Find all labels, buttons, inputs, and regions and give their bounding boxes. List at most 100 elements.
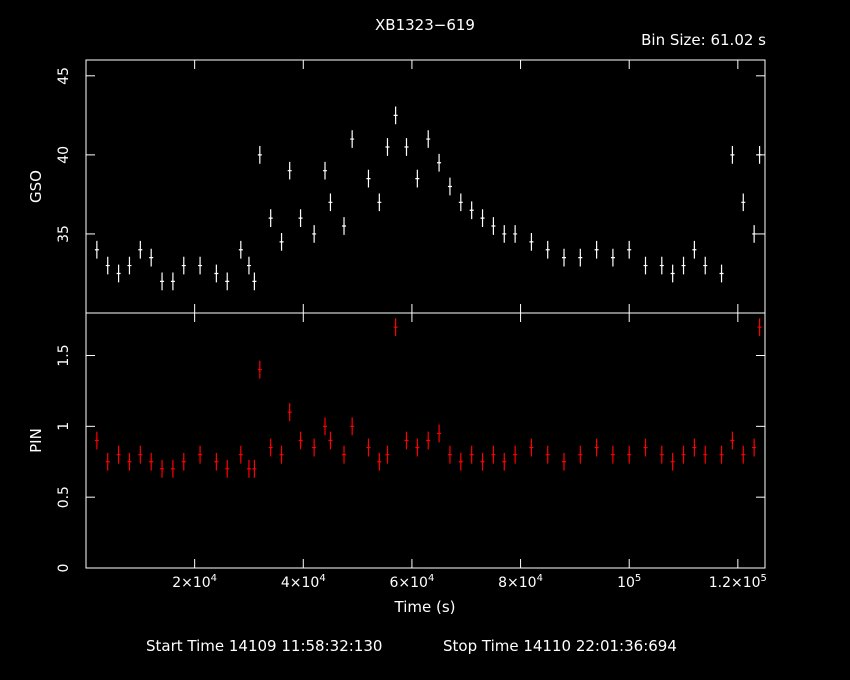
gso-data-point: [741, 193, 746, 212]
pin-data-point: [491, 445, 496, 464]
gso-data-point: [377, 193, 382, 212]
gso-data-point: [350, 130, 355, 148]
pin-data-point: [160, 459, 165, 478]
gso-panel: 35 40 45 GSO: [27, 59, 766, 314]
pin-data-point: [377, 452, 382, 471]
pin-data-point: [437, 424, 442, 443]
gso-y-tick-label: 45: [56, 67, 72, 85]
pin-data-point: [225, 459, 230, 478]
gso-data-point: [469, 201, 474, 220]
gso-data-point: [105, 256, 110, 275]
pin-data-point: [138, 445, 143, 464]
pin-data-point: [385, 445, 390, 464]
pin-y-axis-label: PIN: [27, 428, 45, 453]
pin-data-point: [366, 438, 371, 457]
x-tick-label: 6×104: [390, 573, 435, 591]
gso-data-point: [513, 225, 518, 243]
x-tick-label: 4×104: [281, 573, 326, 591]
pin-data-point: [181, 452, 186, 471]
pin-data-point: [268, 438, 273, 457]
gso-data-point: [643, 256, 648, 275]
gso-data-point: [692, 240, 697, 259]
gso-data-point: [328, 193, 333, 212]
gso-data-point: [578, 248, 583, 267]
gso-data-point: [160, 272, 165, 291]
x-axis-label: Time (s): [394, 598, 456, 616]
gso-data-point: [437, 153, 442, 172]
pin-data-point: [116, 445, 121, 464]
pin-data-point: [757, 318, 762, 337]
gso-data-point: [480, 209, 485, 227]
gso-data-point: [246, 256, 251, 275]
gso-data-point: [415, 169, 420, 188]
pin-data-point: [214, 452, 219, 471]
pin-data-point: [480, 452, 485, 471]
pin-data-point: [469, 445, 474, 464]
gso-data-point: [659, 256, 664, 275]
pin-data-point: [529, 438, 534, 457]
pin-data-point: [328, 431, 333, 450]
gso-y-tick-label: 35: [56, 225, 72, 243]
gso-data-point: [225, 272, 230, 291]
pin-data-point: [594, 438, 599, 457]
gso-data-point: [252, 272, 257, 291]
gso-data-point: [730, 146, 735, 164]
pin-y-tick-label: 0.5: [56, 486, 72, 508]
gso-data-point: [458, 193, 463, 212]
gso-data-point: [385, 138, 390, 156]
gso-data-point: [719, 264, 724, 283]
pin-data-point: [252, 459, 257, 478]
gso-data-point: [312, 225, 317, 243]
pin-data-point: [643, 438, 648, 457]
pin-data-point: [458, 452, 463, 471]
pin-data-point: [105, 452, 110, 471]
gso-data-point: [149, 248, 154, 267]
pin-data-point: [659, 445, 664, 464]
gso-data-point: [279, 232, 284, 251]
start-time-label: Start Time 14109 11:58:32:130: [146, 637, 383, 655]
pin-data-point: [513, 445, 518, 464]
x-tick-label: 1.2×105: [709, 573, 767, 591]
pin-data-point: [198, 445, 203, 464]
pin-data-point: [404, 431, 409, 450]
x-tick-label: 2×104: [172, 573, 217, 591]
gso-data-point: [94, 240, 99, 259]
pin-data-point: [279, 445, 284, 464]
gso-data-point: [594, 240, 599, 259]
pin-data-point: [342, 445, 347, 464]
gso-data-point: [447, 177, 452, 196]
pin-data-point: [562, 452, 567, 471]
pin-data-point: [670, 452, 675, 471]
pin-data-point: [170, 459, 175, 478]
pin-data-point: [94, 431, 99, 450]
gso-data-point: [323, 161, 328, 180]
stop-time-label: Stop Time 14110 22:01:36:694: [443, 637, 677, 655]
gso-data-point: [393, 106, 398, 125]
pin-data-point: [502, 452, 507, 471]
gso-data-point: [298, 209, 303, 227]
pin-data-point: [298, 431, 303, 450]
gso-data-point: [681, 256, 686, 275]
pin-data-point: [312, 438, 317, 457]
gso-data-point: [404, 138, 409, 156]
pin-data-point: [741, 445, 746, 464]
gso-data-point: [268, 209, 273, 227]
gso-data-point: [703, 256, 708, 275]
pin-data-point: [350, 417, 355, 436]
gso-data-point: [752, 225, 757, 243]
pin-data-point: [681, 445, 686, 464]
gso-data-point: [670, 264, 675, 283]
gso-data-point: [610, 248, 615, 267]
pin-data-point: [393, 318, 398, 337]
x-tick-label: 105: [617, 573, 641, 591]
lightcurve-plot: 35 40 45 GSO 2×104 4×104 6×104 8×104 105 1.2×105…: [27, 59, 767, 591]
pin-data-point: [323, 417, 328, 436]
gso-data-point: [257, 146, 262, 164]
pin-data-point: [149, 452, 154, 471]
gso-data-point: [170, 272, 175, 291]
gso-data-point: [562, 248, 567, 267]
gso-data-point: [627, 240, 632, 259]
pin-data-point: [703, 445, 708, 464]
gso-data-point: [214, 264, 219, 283]
gso-y-axis-label: GSO: [27, 170, 45, 203]
